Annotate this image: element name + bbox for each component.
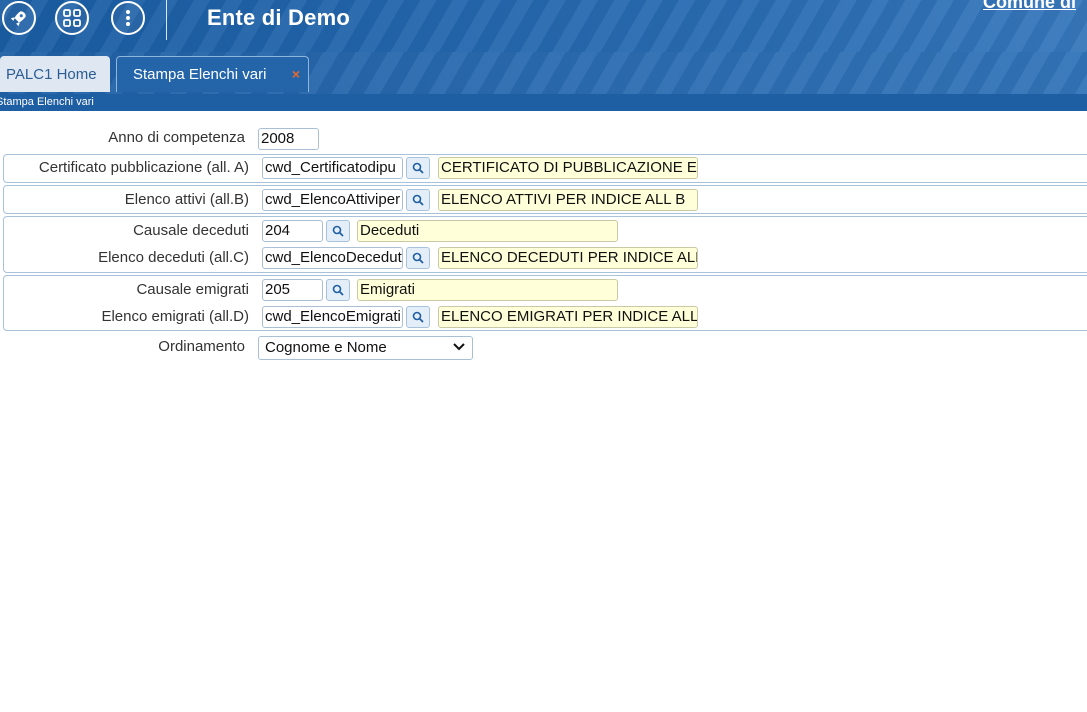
causale-deceduti-search-button[interactable] <box>326 220 350 242</box>
ordinamento-label: Ordinamento <box>158 338 245 355</box>
top-header: Ente di Demo Comune di <box>0 0 1087 52</box>
more-button[interactable] <box>111 1 145 35</box>
more-vertical-icon <box>126 10 130 26</box>
deceduti-search-button[interactable] <box>406 247 430 269</box>
breadcrumb: Stampa Elenchi vari <box>0 94 1087 111</box>
chevron-down-icon <box>453 343 465 351</box>
certificato-description: CERTIFICATO DI PUBBLICAZIONE ELE <box>438 157 698 179</box>
rocket-button[interactable] <box>2 1 36 35</box>
attivi-code-input[interactable]: cwd_ElencoAttiviper <box>262 189 403 211</box>
tab-stampa-elenchi[interactable]: Stampa Elenchi vari × <box>116 56 309 92</box>
causale-deceduti-description: Deceduti <box>357 220 618 242</box>
breadcrumb-text: Stampa Elenchi vari <box>0 96 94 108</box>
causale-deceduti-input[interactable]: 204 <box>262 220 323 242</box>
ordinamento-selected: Cognome e Nome <box>265 339 387 356</box>
emigrati-code-input[interactable]: cwd_ElencoEmigrati <box>262 306 403 328</box>
search-icon <box>412 311 424 323</box>
deceduti-description: ELENCO DECEDUTI PER INDICE ALL C <box>438 247 698 269</box>
attivi-description: ELENCO ATTIVI PER INDICE ALL B <box>438 189 698 211</box>
tab-home-label: PALC1 Home <box>6 65 97 83</box>
ordinamento-select[interactable]: Cognome e Nome <box>258 336 473 360</box>
rocket-icon <box>10 11 26 27</box>
attivi-label: Elenco attivi (all.B) <box>124 191 249 208</box>
deceduti-code-input[interactable]: cwd_ElencoDecedut <box>262 247 403 269</box>
apps-button[interactable] <box>55 1 89 35</box>
attivi-search-button[interactable] <box>406 189 430 211</box>
causale-deceduti-label: Causale deceduti <box>133 222 249 239</box>
tab-strip: PALC1 Home Stampa Elenchi vari × <box>0 52 1087 94</box>
tab-active-label: Stampa Elenchi vari <box>133 66 267 83</box>
tab-home[interactable]: PALC1 Home <box>0 56 110 92</box>
emigrati-description: ELENCO EMIGRATI PER INDICE ALL D <box>438 306 698 328</box>
deceduti-label: Elenco deceduti (all.C) <box>98 249 249 266</box>
search-icon <box>332 225 344 237</box>
header-divider <box>166 0 167 40</box>
search-icon <box>412 194 424 206</box>
search-icon <box>412 252 424 264</box>
emigrati-label: Elenco emigrati (all.D) <box>101 308 249 325</box>
causale-emigrati-label: Causale emigrati <box>136 281 249 298</box>
causale-emigrati-description: Emigrati <box>357 279 618 301</box>
anno-label: Anno di competenza <box>108 129 245 146</box>
certificato-code-input[interactable]: cwd_Certificatodipu <box>262 157 403 179</box>
search-icon <box>412 162 424 174</box>
close-icon[interactable]: × <box>292 66 300 82</box>
certificato-search-button[interactable] <box>406 157 430 179</box>
comune-link[interactable]: Comune di <box>983 0 1076 13</box>
causale-emigrati-input[interactable]: 205 <box>262 279 323 301</box>
grid-apps-icon <box>63 9 81 27</box>
anno-input[interactable]: 2008 <box>258 128 319 150</box>
search-icon <box>332 284 344 296</box>
certificato-label: Certificato pubblicazione (all. A) <box>38 159 249 176</box>
app-title: Ente di Demo <box>207 5 350 30</box>
causale-emigrati-search-button[interactable] <box>326 279 350 301</box>
emigrati-search-button[interactable] <box>406 306 430 328</box>
